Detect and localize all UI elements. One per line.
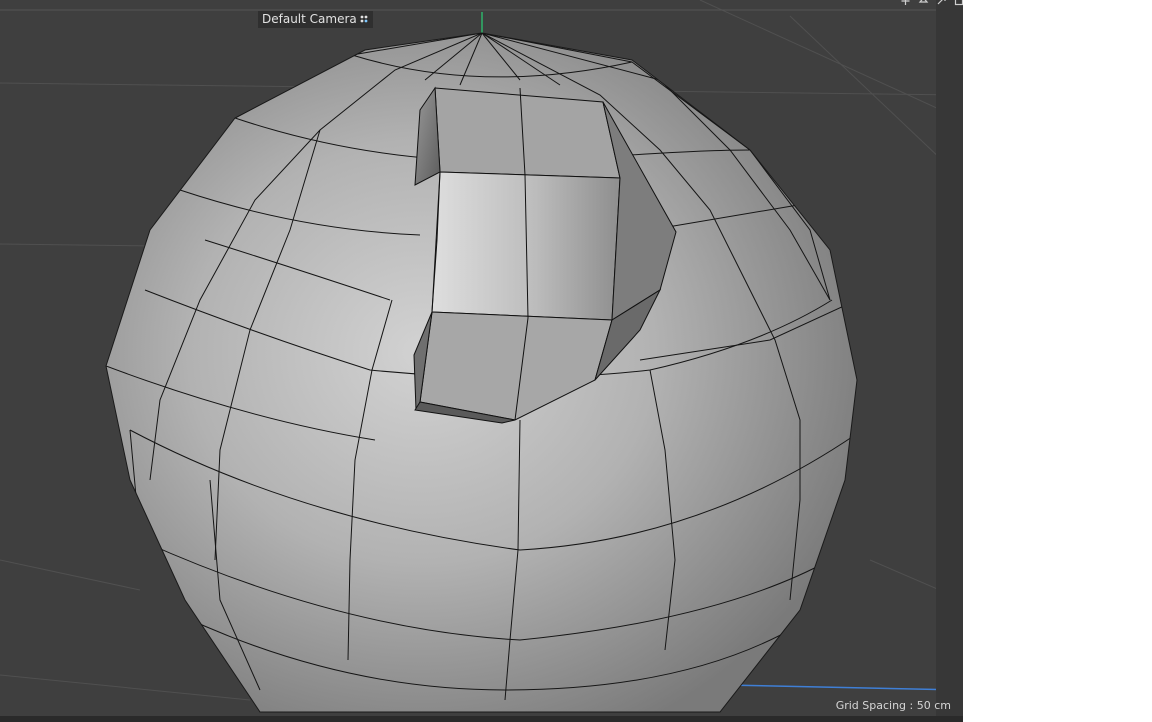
camera-indicator-icon <box>360 15 368 23</box>
x-axis-line <box>724 684 963 691</box>
view-navigation-icons <box>896 0 963 10</box>
3d-viewport[interactable]: Default Camera Grid Spacing : 50 cm <box>0 0 963 716</box>
camera-label-text: Default Camera <box>262 12 357 26</box>
zoom-view-icon[interactable] <box>936 0 947 6</box>
orbit-view-icon[interactable] <box>918 0 929 6</box>
default-camera-label[interactable]: Default Camera <box>258 11 373 28</box>
move-view-icon[interactable] <box>900 0 911 6</box>
toggle-view-icon[interactable] <box>954 0 963 6</box>
viewport-scene[interactable] <box>0 0 963 716</box>
viewport-scrollbar[interactable] <box>936 0 963 716</box>
viewport-bottom-border <box>0 716 963 722</box>
grid-spacing-readout: Grid Spacing : 50 cm <box>835 699 951 712</box>
